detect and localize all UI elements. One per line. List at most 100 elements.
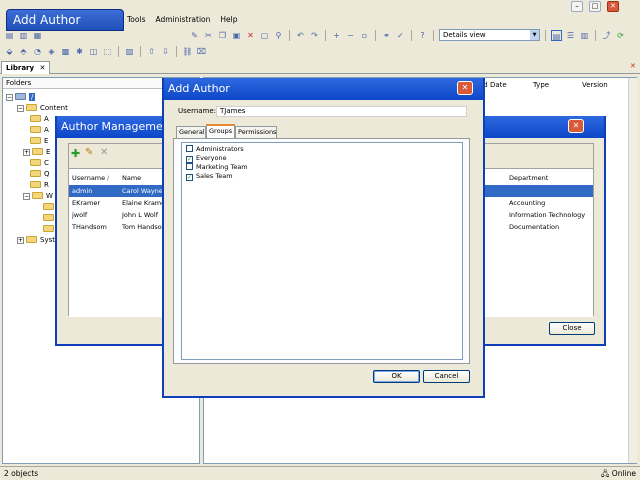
compare-icon[interactable]: ◫ [88,46,99,57]
expand-icon[interactable]: + [23,149,30,156]
groups-tab-panel: Administrators ✓ Everyone Marketing Team … [173,138,470,364]
fit-icon[interactable]: ▫ [359,30,370,41]
folder-icon [26,104,37,111]
maximize-icon[interactable]: □ [589,1,601,12]
tree-root[interactable]: − / [6,92,36,102]
add-author-dialog: Add Author ✕ Username: TJames General Gr… [162,78,485,398]
groups-list[interactable]: Administrators ✓ Everyone Marketing Team … [181,142,463,360]
link-icon[interactable]: ⛓ [182,46,193,57]
zoom-out-icon[interactable]: − [345,30,356,41]
image-icon[interactable]: ▨ [124,46,135,57]
view-select[interactable]: Details view ▼ [439,29,540,41]
export-icon[interactable]: ⬚ [102,46,113,57]
tree-item[interactable]: Q [30,169,50,179]
tree-item-content[interactable]: − Content [17,103,68,113]
publish-icon[interactable]: ◈ [46,46,57,57]
refresh-icon[interactable]: ⟳ [615,30,626,41]
close-icon[interactable]: ✕ [457,81,473,95]
checkout-icon[interactable]: ⬙ [4,46,15,57]
vertical-scrollbar[interactable] [628,78,637,463]
tree-item[interactable]: A [30,114,49,124]
lock-icon[interactable]: ▩ [60,46,71,57]
column-header-type[interactable]: Type [533,81,549,89]
move-down-icon[interactable]: ⇩ [160,46,171,57]
move-up-icon[interactable]: ⇧ [146,46,157,57]
edit-icon[interactable]: ✎ [189,30,200,41]
collapse-icon[interactable]: − [17,105,24,112]
tab-general[interactable]: General [176,126,206,138]
author-department: Information Technology [509,211,586,219]
tab-permissions[interactable]: Permissions [235,126,277,138]
tree-item-system[interactable]: + Syste [17,235,59,245]
properties-icon[interactable]: ▢ [259,30,270,41]
library-tab[interactable]: Library ✕ [1,61,51,74]
close-icon[interactable]: ✕ [568,119,584,133]
delete-icon[interactable]: ✕ [245,30,256,41]
print-icon[interactable]: ▦ [32,30,43,41]
marketing-team-checkbox[interactable] [186,163,193,170]
column-header-department[interactable]: Department [509,172,548,184]
up-folder-icon[interactable]: ⤴ [601,30,612,41]
column-header-username[interactable]: Username [72,172,105,184]
close-icon[interactable]: ✕ [607,1,619,12]
tree-item[interactable]: E [30,136,48,146]
paste-icon[interactable]: ▣ [231,30,242,41]
tree-item[interactable]: − W [23,191,53,201]
tab-groups[interactable]: Groups [206,124,235,138]
expand-icon[interactable]: + [17,237,24,244]
workflow-icon[interactable]: ✱ [74,46,85,57]
tree-item[interactable]: C [30,158,49,168]
add-author-icon[interactable]: ✚ [71,147,80,160]
close-tab-icon[interactable]: ✕ [40,64,46,72]
close-pane-icon[interactable]: ✕ [630,62,639,72]
unlink-icon[interactable]: ⌧ [196,46,207,57]
group-item-sales-team[interactable]: ✓ Sales Team [186,172,233,181]
menu-tools[interactable]: Tools [122,14,150,28]
collapse-icon[interactable]: − [6,94,13,101]
checkin-icon[interactable]: ⬘ [18,46,29,57]
column-header-version[interactable]: Version [582,81,608,89]
folder-icon [32,148,43,155]
add-author-title: Add Author [168,82,230,95]
sales-team-checkbox[interactable]: ✓ [186,174,193,181]
group-item-marketing-team[interactable]: Marketing Team [186,163,248,172]
history-icon[interactable]: ◔ [32,46,43,57]
copy-icon[interactable]: ❐ [217,30,228,41]
group-label: Administrators [196,145,244,153]
collapse-icon[interactable]: − [23,193,30,200]
minimize-icon[interactable]: – [571,1,583,12]
username-input[interactable]: TJames [216,106,467,117]
delete-author-icon[interactable]: ✕ [100,147,108,158]
cut-icon[interactable]: ✂ [203,30,214,41]
undo-icon[interactable]: ↶ [295,30,306,41]
open-icon[interactable]: ▥ [18,30,29,41]
ok-button[interactable]: OK [373,370,420,383]
details-view-icon[interactable]: ▤ [551,29,562,41]
spellcheck-icon[interactable]: ✓ [395,30,406,41]
menu-administration[interactable]: Administration [150,14,215,28]
help-icon[interactable]: ? [417,30,428,41]
cancel-button[interactable]: Cancel [423,370,470,383]
find-icon[interactable]: ⚲ [273,30,284,41]
tree-item[interactable]: R [30,180,49,190]
list-view-icon[interactable]: ☰ [565,30,576,41]
column-header-name[interactable]: Name [122,172,141,184]
group-item-administrators[interactable]: Administrators [186,145,244,154]
edit-author-icon[interactable]: ✎ [85,147,93,158]
group-item-everyone[interactable]: ✓ Everyone [186,154,227,163]
close-button[interactable]: Close [549,322,595,335]
new-icon[interactable]: ▤ [4,30,15,41]
everyone-checkbox[interactable]: ✓ [186,156,193,163]
zoom-in-icon[interactable]: + [331,30,342,41]
tree-item[interactable]: A [30,125,49,135]
menu-help[interactable]: Help [215,14,242,28]
folder-icon [30,137,41,144]
binoculars-icon[interactable]: ⚭ [381,30,392,41]
tree-item-label: E [46,148,51,156]
redo-icon[interactable]: ↷ [309,30,320,41]
author-username: EKramer [72,199,101,207]
add-author-title-bar: Add Author ✕ [164,78,483,100]
tree-item[interactable]: + E [23,147,50,157]
administrators-checkbox[interactable] [186,145,193,152]
columns-view-icon[interactable]: ▥ [579,30,590,41]
